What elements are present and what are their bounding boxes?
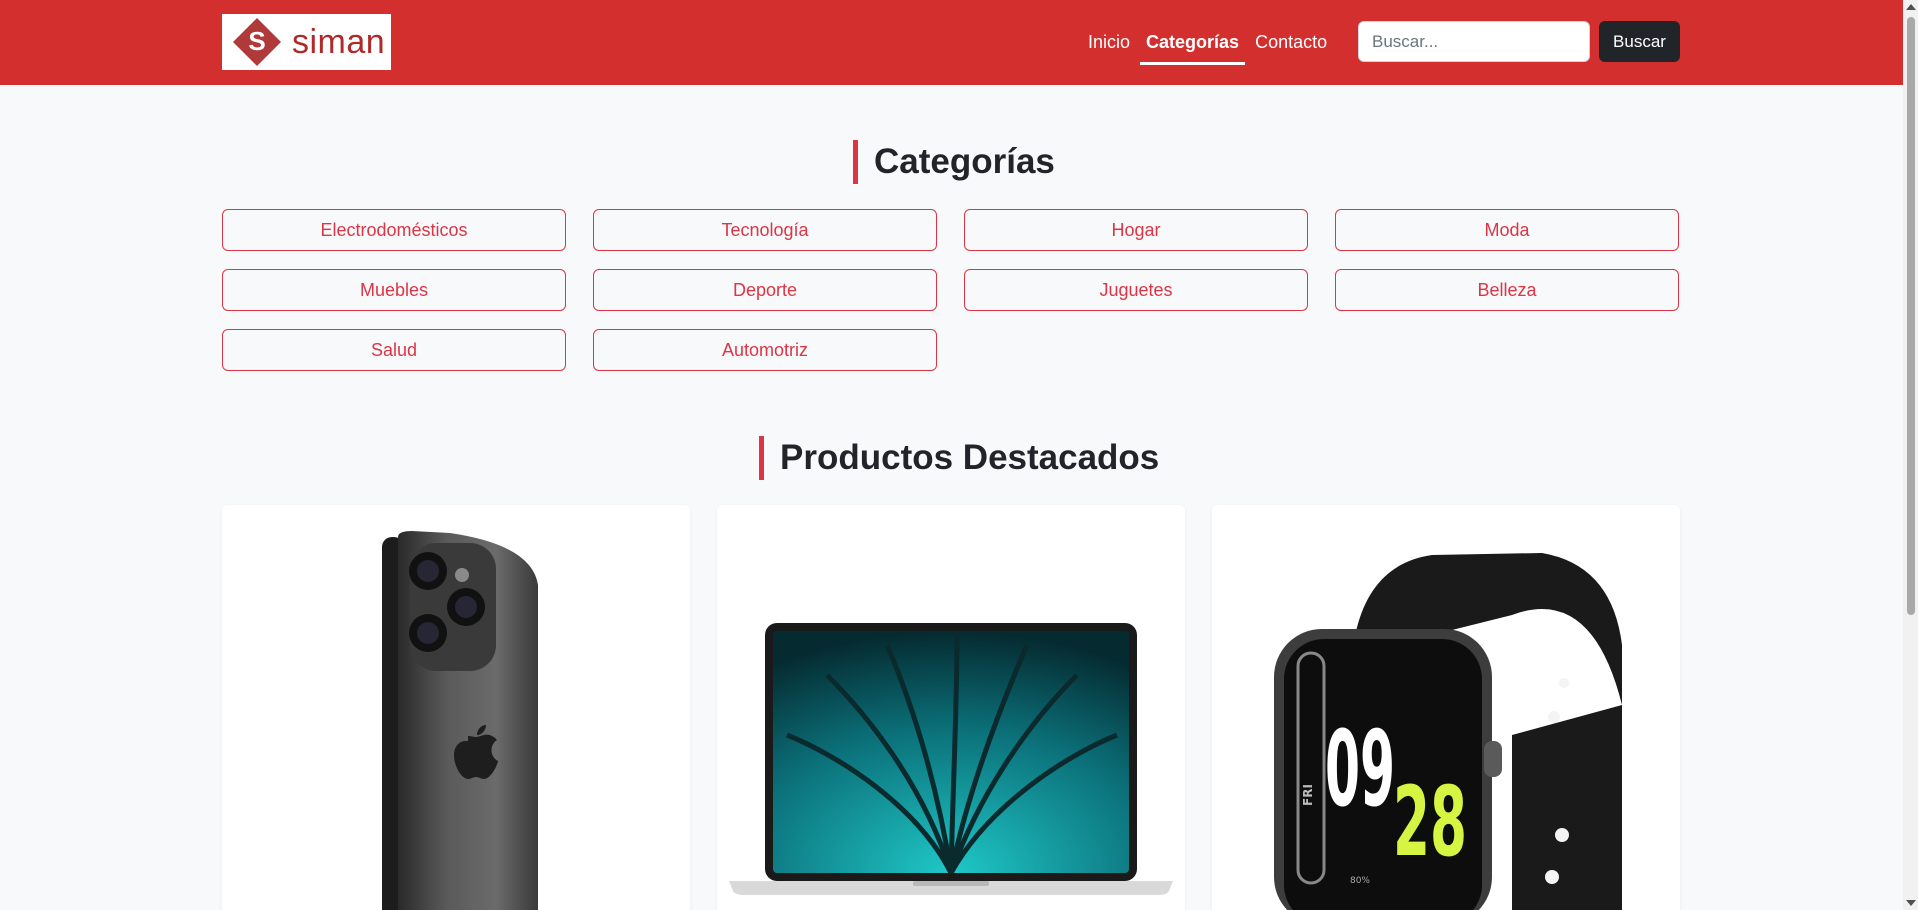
smartphone-image — [382, 531, 538, 910]
logo-letter: S — [248, 26, 265, 56]
laptop-image — [729, 623, 1173, 895]
product-card[interactable] — [717, 505, 1185, 910]
product-card[interactable] — [222, 505, 690, 910]
brand-name: siman — [292, 23, 386, 61]
category-button-muebles[interactable]: Muebles — [222, 269, 566, 311]
scroll-down-icon[interactable] — [1906, 900, 1916, 906]
top-navbar: S siman Inicio Categorías Contacto Busca… — [0, 0, 1903, 85]
watch-minute: 28 — [1393, 766, 1467, 878]
category-button-tecnologia[interactable]: Tecnología — [593, 209, 937, 251]
category-button-automotriz[interactable]: Automotriz — [593, 329, 937, 371]
category-button-hogar[interactable]: Hogar — [964, 209, 1308, 251]
scroll-up-icon[interactable] — [1906, 4, 1916, 10]
category-button-deporte[interactable]: Deporte — [593, 269, 937, 311]
product-card[interactable]: FRI 09 28 80% — [1212, 505, 1680, 910]
search-input[interactable] — [1358, 21, 1590, 62]
nav-link-contacto[interactable]: Contacto — [1247, 21, 1335, 65]
categories-grid: Electrodomésticos Tecnología Hogar Moda … — [222, 209, 1681, 371]
smartwatch-image: FRI 09 28 80% — [1274, 553, 1622, 910]
brand-logo[interactable]: S siman — [222, 14, 391, 70]
scrollbar-thumb[interactable] — [1907, 17, 1915, 615]
category-button-belleza[interactable]: Belleza — [1335, 269, 1679, 311]
featured-products-title: Productos Destacados — [759, 436, 1159, 480]
nav-link-inicio[interactable]: Inicio — [1080, 21, 1138, 65]
category-button-electrodomesticos[interactable]: Electrodomésticos — [222, 209, 566, 251]
category-button-juguetes[interactable]: Juguetes — [964, 269, 1308, 311]
page-scrollbar[interactable] — [1903, 0, 1918, 910]
category-button-moda[interactable]: Moda — [1335, 209, 1679, 251]
categories-title: Categorías — [853, 140, 1055, 184]
featured-products-grid: FRI 09 28 80% — [222, 505, 1681, 910]
watch-hour: 09 — [1325, 708, 1395, 830]
nav-link-categorias[interactable]: Categorías — [1138, 21, 1247, 65]
watch-battery: 80% — [1350, 876, 1370, 886]
search-button[interactable]: Buscar — [1599, 21, 1680, 62]
watch-day: FRI — [1301, 784, 1315, 806]
main-nav: Inicio Categorías Contacto — [1080, 0, 1335, 85]
category-button-salud[interactable]: Salud — [222, 329, 566, 371]
logo-diamond-icon: S — [232, 17, 282, 67]
